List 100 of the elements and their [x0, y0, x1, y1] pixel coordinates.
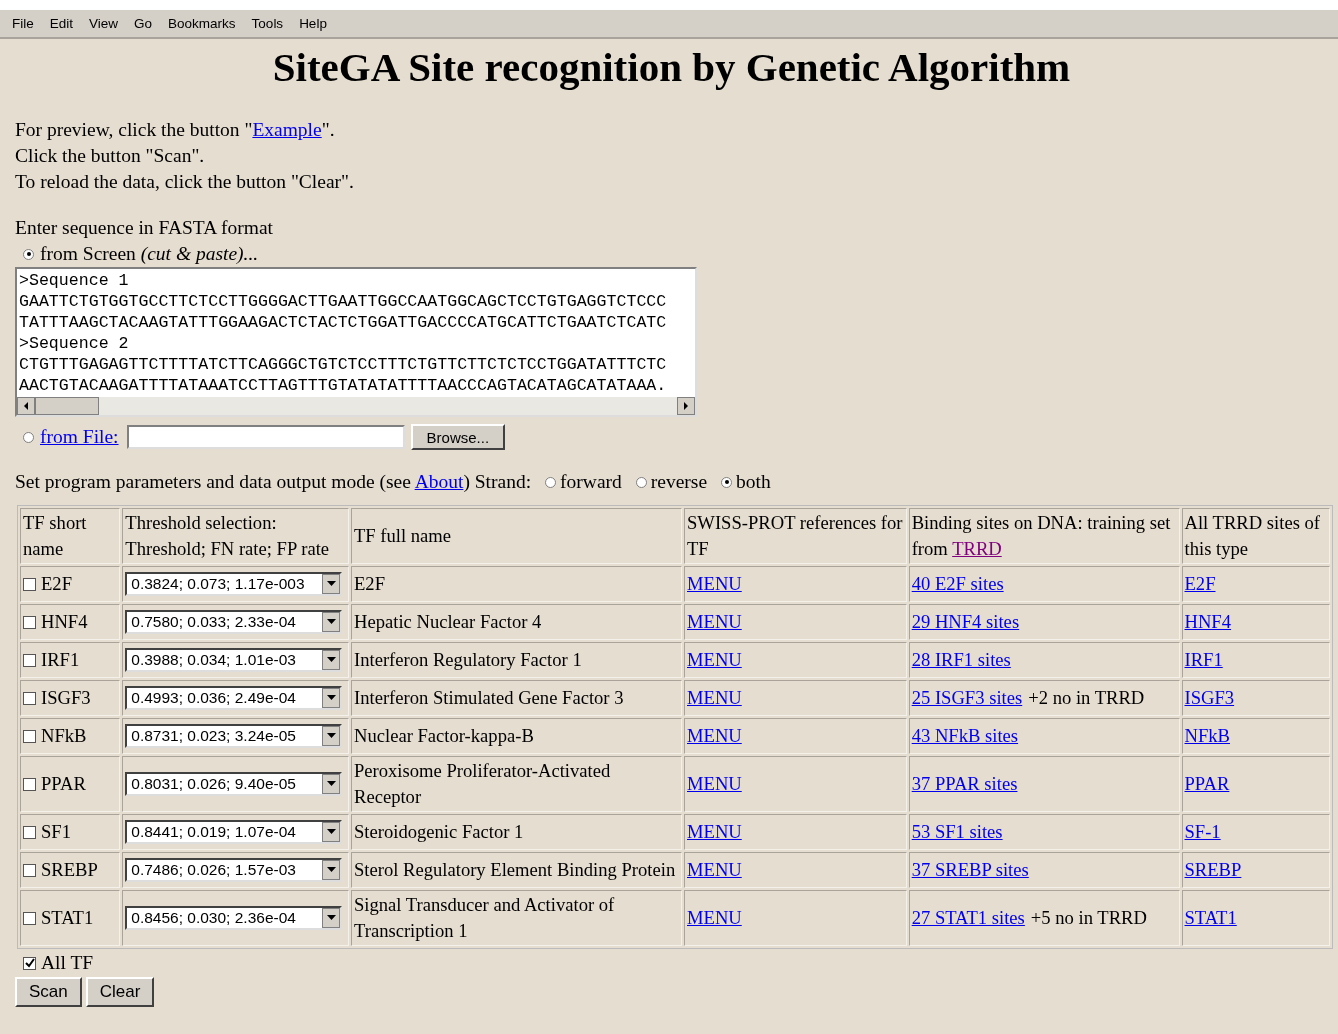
instruction-text: To reload the data, click the button "Clear".	[15, 170, 355, 194]
trrd-link[interactable]: NFkB	[1184, 725, 1230, 746]
caret-icon[interactable]	[322, 726, 341, 746]
menu-link[interactable]: MENU	[687, 859, 742, 880]
radio-button[interactable]	[23, 248, 34, 260]
caret-icon[interactable]	[322, 612, 341, 632]
tf-short-name: STAT1	[41, 906, 94, 930]
example-link[interactable]: Example	[252, 119, 322, 140]
table-cell: Steroidogenic Factor 1	[351, 814, 682, 850]
menu-link[interactable]: MENU	[687, 773, 742, 794]
action-button[interactable]: Clear	[85, 977, 155, 1007]
sequence-field[interactable]: >Sequence 1 GAATTCTGTGGTGCCTTCTCCTTGGGGACTTGAATTGGCCAATGGCAGCTCCTGTGAGGTCTCCC TATTTAAGCTACAAGTATTTGGAAGACTCTACTCTGGATTGACCCCATGCATTCTGAATCTCATC >Sequence 2 CTGTTTGAGAGTTCTTTTATCTTCAGGGCTGTCTCCTTTCTGTTCTTCTCTCCTGGATATTTCTC AACTGTACAAGATTTTATAAATCCTTAGTTTGTATATATTTTAACCCAGTACATAGCATATAAA.	[15, 267, 697, 417]
checkbox[interactable]	[23, 777, 36, 791]
column-header: TF short name	[20, 508, 121, 564]
menu-link[interactable]: MENU	[687, 687, 742, 708]
caret-icon[interactable]	[322, 688, 341, 708]
extra-sites-text: +2 no in TRRD	[1028, 687, 1145, 708]
menu-link[interactable]: MENU	[687, 907, 742, 928]
menu-item[interactable]: View	[89, 16, 119, 31]
checkbox[interactable]	[23, 729, 36, 743]
checkbox[interactable]	[23, 653, 36, 667]
tf-short-name: NFkB	[41, 724, 87, 748]
scroll-right-icon[interactable]	[677, 397, 695, 415]
action-button[interactable]: Scan	[15, 977, 82, 1007]
checkbox[interactable]	[23, 911, 36, 925]
tf-short-name: SF1	[41, 820, 71, 844]
all-tf-label: All TF	[41, 951, 94, 975]
caret-icon[interactable]	[322, 650, 341, 670]
checkbox[interactable]	[23, 863, 36, 877]
menu-link[interactable]: MENU	[687, 611, 742, 632]
table-cell: Interferon Regulatory Factor 1	[351, 642, 682, 678]
sites-link[interactable]: 43 NFkB sites	[911, 725, 1019, 746]
menu-link[interactable]: MENU	[687, 821, 742, 842]
from-screen-label: from Screen (cut & paste)...	[40, 243, 259, 265]
menu-link[interactable]: MENU	[687, 725, 742, 746]
radio-button[interactable]	[545, 476, 557, 488]
trrd-link[interactable]: HNF4	[1184, 611, 1231, 632]
trrd-link[interactable]: PPAR	[1184, 773, 1230, 794]
scroll-left-icon[interactable]	[17, 397, 35, 415]
sites-link[interactable]: 25 ISGF3 sites	[911, 687, 1023, 708]
from-file-link[interactable]: from File:	[40, 426, 119, 448]
trrd-link[interactable]: STAT1	[1184, 907, 1237, 928]
threshold-dropdown[interactable]: 0.8031; 0.026; 9.40e-05	[125, 772, 343, 796]
trrd-link[interactable]: TRRD	[952, 538, 1002, 559]
file-field[interactable]	[126, 425, 405, 449]
radio-button[interactable]	[635, 476, 647, 488]
checkbox[interactable]	[23, 825, 36, 839]
caret-icon[interactable]	[322, 822, 341, 842]
checkbox[interactable]	[23, 956, 36, 970]
menu-item[interactable]: File	[12, 16, 34, 31]
checkbox[interactable]	[23, 691, 36, 705]
sites-link[interactable]: 53 SF1 sites	[911, 821, 1003, 842]
menu-item[interactable]: Bookmarks	[168, 16, 236, 31]
menu-item[interactable]: Edit	[49, 16, 74, 31]
table-cell: Sterol Regulatory Element Binding Protein	[351, 852, 682, 888]
menu-link[interactable]: MENU	[687, 649, 742, 670]
menu-link[interactable]: MENU	[687, 573, 742, 594]
scrollbar-thumb[interactable]	[35, 397, 99, 415]
sites-link[interactable]: 28 IRF1 sites	[911, 649, 1011, 670]
trrd-link[interactable]: ISGF3	[1184, 687, 1235, 708]
sites-link[interactable]: 37 SREBP sites	[911, 859, 1029, 880]
browse-button[interactable]: Browse...	[410, 424, 506, 450]
sites-link[interactable]: 40 E2F sites	[911, 573, 1004, 594]
threshold-dropdown[interactable]: 0.8441; 0.019; 1.07e-04	[125, 820, 343, 844]
threshold-dropdown[interactable]: 0.8456; 0.030; 2.36e-04	[125, 906, 343, 930]
radio-button[interactable]	[721, 476, 733, 488]
threshold-dropdown[interactable]: 0.8731; 0.023; 3.24e-05	[125, 724, 343, 748]
caret-icon[interactable]	[322, 860, 341, 880]
sites-link[interactable]: 37 PPAR sites	[911, 773, 1018, 794]
threshold-dropdown[interactable]: 0.3988; 0.034; 1.01e-03	[125, 648, 343, 672]
threshold-dropdown[interactable]: 0.7580; 0.033; 2.33e-04	[125, 610, 343, 634]
trrd-link[interactable]: SF-1	[1184, 821, 1221, 842]
about-link[interactable]: About	[414, 471, 464, 492]
tf-short-name: PPAR	[41, 772, 86, 796]
horizontal-scrollbar[interactable]	[17, 397, 695, 415]
sites-link[interactable]: 29 HNF4 sites	[911, 611, 1020, 632]
threshold-dropdown[interactable]: 0.3824; 0.073; 1.17e-003	[125, 572, 343, 596]
checkbox[interactable]	[23, 615, 36, 629]
caret-icon[interactable]	[322, 574, 341, 594]
menu-item[interactable]: Help	[299, 16, 327, 31]
trrd-link[interactable]: E2F	[1184, 573, 1216, 594]
caret-icon[interactable]	[322, 908, 341, 928]
column-header: Binding sites on DNA: training set from TRRD	[908, 508, 1180, 564]
strand-label: reverse	[650, 470, 708, 494]
radio-button[interactable]	[23, 431, 34, 443]
caret-icon[interactable]	[322, 774, 341, 794]
tf-short-name: HNF4	[41, 610, 88, 634]
tf-short-name: IRF1	[41, 648, 80, 672]
threshold-dropdown[interactable]: 0.4993; 0.036; 2.49e-04	[125, 686, 343, 710]
menu-item[interactable]: Tools	[251, 16, 284, 31]
extra-sites-text: +5 no in TRRD	[1030, 907, 1147, 928]
tf-short-name: ISGF3	[41, 686, 91, 710]
threshold-dropdown[interactable]: 0.7486; 0.026; 1.57e-03	[125, 858, 343, 882]
menu-item[interactable]: Go	[134, 16, 153, 31]
trrd-link[interactable]: IRF1	[1184, 649, 1223, 670]
trrd-link[interactable]: SREBP	[1184, 859, 1242, 880]
column-header: SWISS-PROT references for TF	[684, 508, 907, 564]
checkbox[interactable]	[23, 577, 36, 591]
table-cell: Peroxisome Proliferator-Activated Receptor	[351, 756, 682, 812]
sites-link[interactable]: 27 STAT1 sites	[911, 907, 1025, 928]
